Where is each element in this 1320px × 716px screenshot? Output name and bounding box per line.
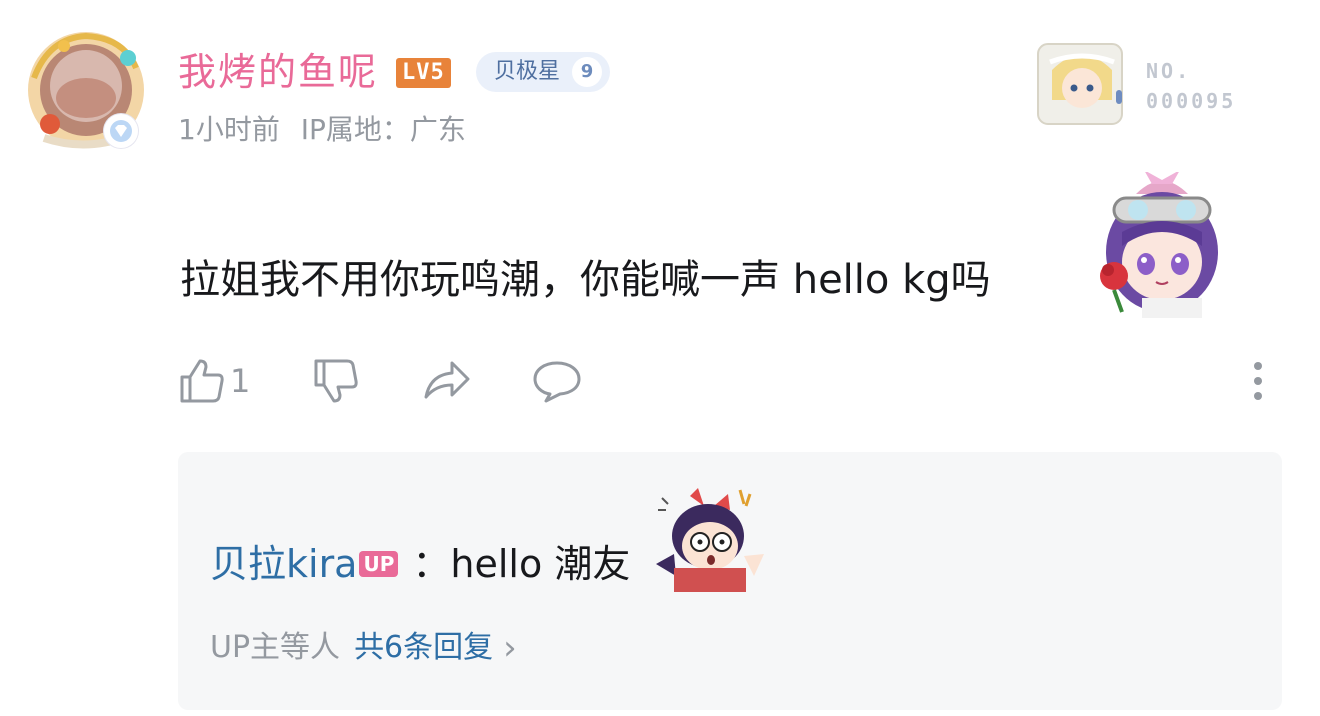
vip-diamond-icon — [104, 114, 138, 148]
comment-ip-location: IP属地：广东 — [300, 113, 466, 146]
more-options-button[interactable] — [1244, 356, 1272, 406]
reply-more-prefix: UP主等人 — [210, 630, 341, 665]
reply-author[interactable]: 贝拉kira — [210, 538, 357, 590]
fan-medal-level: 9 — [572, 57, 603, 87]
reply-button[interactable] — [532, 356, 582, 406]
comment-content: 拉姐我不用你玩鸣潮，你能喊一声 hello kg吗 — [180, 257, 991, 303]
like-button[interactable]: 1 — [178, 356, 250, 406]
reply-bubble-icon — [533, 361, 581, 403]
reply-count-link[interactable]: 共6条回复 — [354, 626, 493, 670]
reply-separator: ： — [412, 542, 451, 586]
share-icon — [424, 361, 470, 399]
thumbs-down-icon — [314, 359, 358, 403]
fan-medal-name: 贝极星 — [494, 59, 561, 84]
garb-card-image[interactable] — [1036, 40, 1128, 128]
emote-sticker-girl-rose — [1092, 170, 1232, 318]
chevron-right-icon: › — [503, 628, 517, 668]
dislike-button[interactable] — [312, 356, 360, 406]
up-badge: UP — [359, 551, 399, 577]
fan-medal-badge[interactable]: 贝极星 9 — [476, 52, 611, 92]
like-count: 1 — [230, 362, 251, 400]
reply-preview-item[interactable]: 贝拉kira UP ： hello 潮友 — [210, 538, 630, 590]
thumbs-up-icon — [180, 359, 224, 403]
comment-time: 1小时前 — [178, 113, 280, 146]
garb-number: NO. 000095 — [1146, 59, 1237, 113]
view-all-replies[interactable]: UP主等人 共6条回复 › — [210, 626, 517, 670]
more-vertical-icon — [1254, 362, 1262, 400]
reply-text: hello 潮友 — [450, 542, 631, 586]
user-level-badge: LV5 — [396, 58, 451, 88]
share-button[interactable] — [422, 356, 472, 406]
emote-sticker-surprised — [654, 484, 766, 592]
comment-username[interactable]: 我烤的鱼呢 — [178, 48, 378, 96]
comment-meta: 1小时前 IP属地：广东 — [178, 110, 466, 150]
